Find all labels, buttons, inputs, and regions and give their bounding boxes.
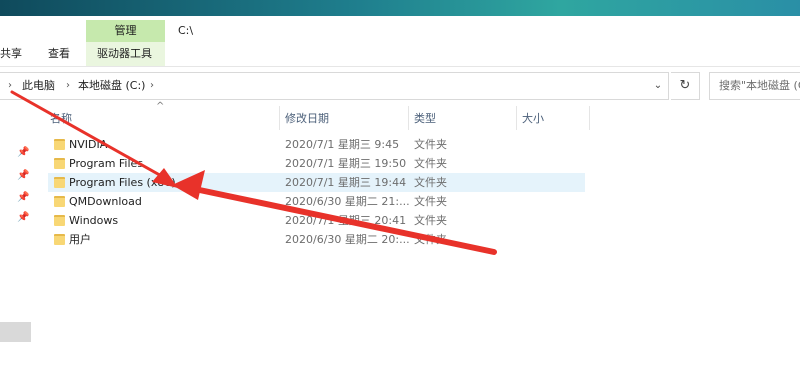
chevron-down-icon[interactable]: ⌄ (648, 73, 668, 99)
pin-icon[interactable]: 📌 (17, 170, 29, 181)
breadcrumb-this-pc[interactable]: 此电脑 (22, 73, 55, 99)
tab-share[interactable]: 共享 (0, 44, 22, 64)
pin-icon[interactable]: 📌 (17, 212, 29, 223)
folder-icon (54, 139, 65, 150)
chevron-right-icon[interactable]: › (8, 73, 12, 99)
file-row[interactable]: NVIDIA 2020/7/1 星期三 9:45 文件夹 (48, 135, 585, 154)
address-row: › 此电脑 › 本地磁盘 (C:) › ⌄ ↻ 搜索"本地磁盘 (C:)" (0, 72, 800, 100)
search-input[interactable]: 搜索"本地磁盘 (C:)" (709, 72, 800, 100)
file-name: Program Files (69, 157, 144, 170)
file-type: 文件夹 (414, 233, 447, 246)
window-title-path: C:\ (178, 24, 194, 37)
file-row[interactable]: 用户 2020/6/30 星期二 20:... 文件夹 (48, 230, 585, 249)
file-name: Program Files (x86) (69, 176, 176, 189)
column-header-name[interactable]: 名称 (50, 108, 72, 130)
file-name: NVIDIA (69, 138, 108, 151)
file-type: 文件夹 (414, 176, 447, 189)
nav-selected-item[interactable] (0, 322, 31, 342)
search-placeholder: 搜索"本地磁盘 (C:)" (719, 79, 800, 92)
address-bar[interactable]: › 此电脑 › 本地磁盘 (C:) › ⌄ (0, 72, 669, 100)
folder-icon (54, 234, 65, 245)
breadcrumb-local-disk[interactable]: 本地磁盘 (C:) (78, 73, 145, 99)
pin-icon[interactable]: 📌 (17, 147, 29, 158)
column-divider[interactable] (589, 106, 590, 130)
file-row[interactable]: Windows 2020/7/1 星期三 20:41 文件夹 (48, 211, 585, 230)
file-date: 2020/6/30 星期二 21:... (285, 195, 410, 208)
tab-drive-tools[interactable]: 驱动器工具 (97, 44, 152, 64)
file-date: 2020/7/1 星期三 9:45 (285, 138, 400, 151)
column-header-type[interactable]: 类型 (414, 108, 436, 130)
column-header-size[interactable]: 大小 (522, 108, 544, 130)
chevron-right-icon[interactable]: › (66, 73, 70, 99)
file-type: 文件夹 (414, 138, 447, 151)
folder-icon (54, 177, 65, 188)
file-name: 用户 (69, 233, 91, 246)
file-date: 2020/7/1 星期三 20:41 (285, 214, 407, 227)
file-name: Windows (69, 214, 119, 227)
tab-manage[interactable]: 管理 (86, 20, 165, 42)
refresh-button[interactable]: ↻ (671, 72, 700, 100)
file-name: QMDownload (69, 195, 142, 208)
file-type: 文件夹 (414, 195, 447, 208)
file-row[interactable]: Program Files 2020/7/1 星期三 19:50 文件夹 (48, 154, 585, 173)
column-divider[interactable] (279, 106, 280, 130)
file-date: 2020/7/1 星期三 19:50 (285, 157, 407, 170)
chevron-right-icon[interactable]: › (150, 73, 154, 99)
column-divider[interactable] (408, 106, 409, 130)
sort-ascending-icon: ^ (156, 101, 165, 112)
file-type: 文件夹 (414, 157, 447, 170)
column-header-date[interactable]: 修改日期 (285, 108, 329, 130)
folder-icon (54, 158, 65, 169)
pin-icon[interactable]: 📌 (17, 192, 29, 203)
file-date: 2020/6/30 星期二 20:... (285, 233, 410, 246)
file-row[interactable]: QMDownload 2020/6/30 星期二 21:... 文件夹 (48, 192, 585, 211)
folder-icon (54, 215, 65, 226)
file-row[interactable]: Program Files (x86) 2020/7/1 星期三 19:44 文件夹 (48, 173, 585, 192)
tab-view[interactable]: 查看 (48, 44, 70, 64)
file-type: 文件夹 (414, 214, 447, 227)
folder-icon (54, 196, 65, 207)
desktop-background-strip (0, 0, 800, 16)
column-divider[interactable] (516, 106, 517, 130)
file-date: 2020/7/1 星期三 19:44 (285, 176, 407, 189)
refresh-icon: ↻ (679, 78, 691, 93)
